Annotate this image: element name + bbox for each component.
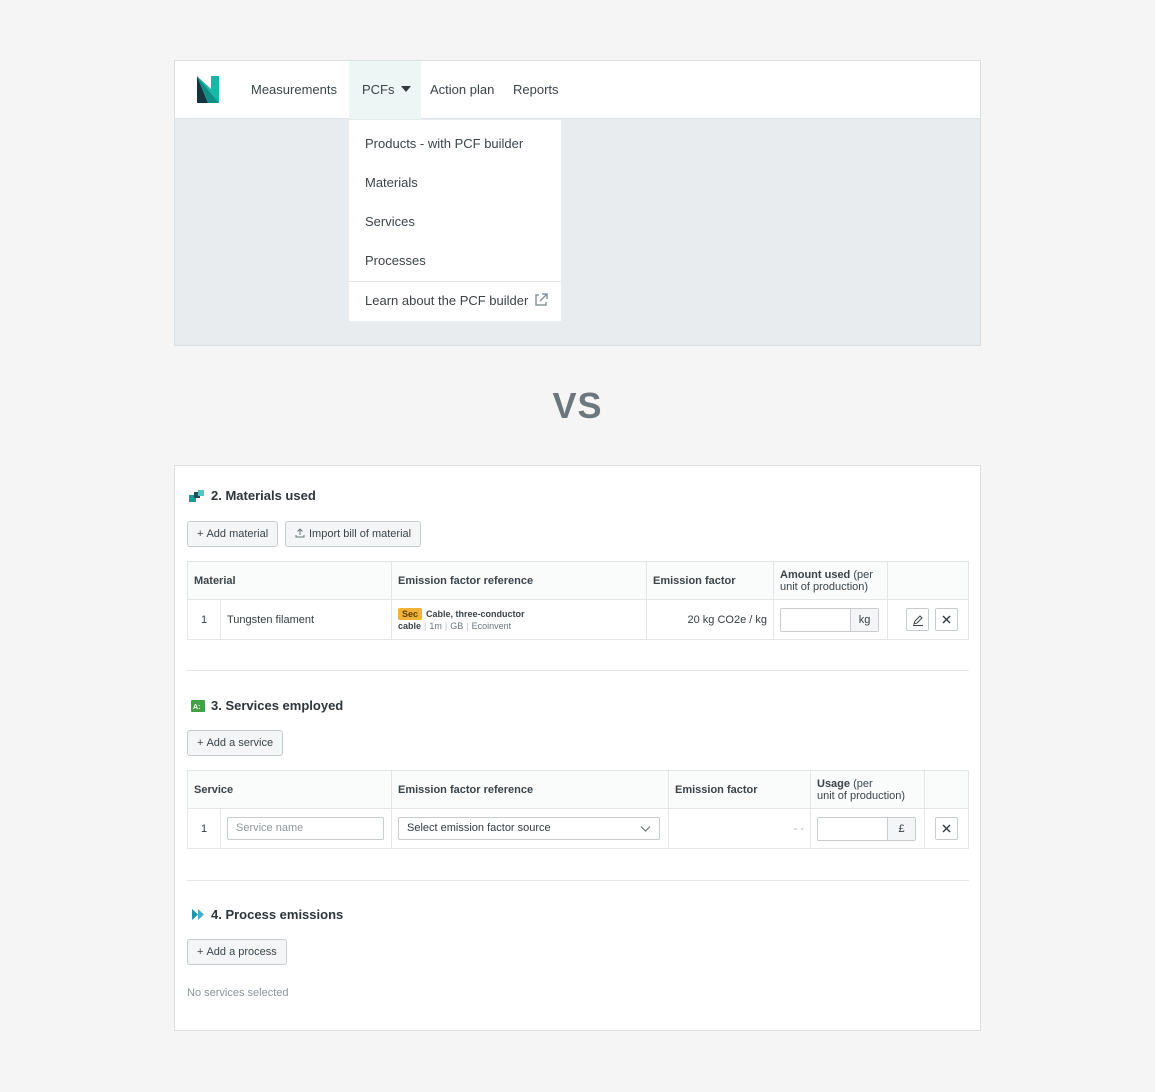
ef-reference-cell: Sec Cable, three-conductor cable | 1m | GB | Ec… <box>391 599 647 640</box>
menu-divider <box>349 281 561 282</box>
pcfs-dropdown-menu: Products - with PCF builder Materials Se… <box>349 120 561 321</box>
services-icon: A: <box>191 700 205 712</box>
process-section-title: 4. Process emissions <box>211 907 344 922</box>
add-process-button[interactable]: + Add a process <box>187 939 287 965</box>
col-usage-label: Usage <box>817 777 851 790</box>
amount-unit: kg <box>850 608 878 631</box>
chevron-down-icon <box>640 826 651 832</box>
add-process-label: Add a process <box>206 946 277 958</box>
menu-item-products[interactable]: Products - with PCF builder <box>365 136 523 151</box>
materials-icon <box>189 490 204 502</box>
usage-unit: £ <box>887 817 915 840</box>
col-actions <box>887 561 969 600</box>
row-index: 1 <box>187 808 221 849</box>
col-actions <box>924 770 969 809</box>
ef-source-cell: Select emission factor source <box>391 808 669 849</box>
brand-logo[interactable] <box>197 76 219 103</box>
row-actions <box>924 808 969 849</box>
amount-cell: kg <box>773 599 888 640</box>
nav-action-plan[interactable]: Action plan <box>430 61 494 119</box>
amount-input-group: kg <box>780 607 879 632</box>
col-service: Service <box>187 770 392 809</box>
services-section-title: 3. Services employed <box>211 698 344 713</box>
materials-table: Material Emission factor reference Emiss… <box>187 561 969 640</box>
navbar: Measurements PCFs Action plan Reports <box>175 61 980 119</box>
vs-label: VS <box>552 385 603 426</box>
caret-down-icon <box>400 86 411 92</box>
remove-service-button[interactable] <box>935 817 958 840</box>
import-bom-button[interactable]: Import bill of material <box>285 521 422 547</box>
external-link-icon <box>535 293 548 306</box>
usage-cell: £ <box>810 808 925 849</box>
nav-measurements[interactable]: Measurements <box>251 61 337 119</box>
ef-unit: 1m <box>429 620 442 631</box>
ef-database: Ecoinvent <box>471 620 512 631</box>
table-row: 1 Tungsten filament Sec Cable, three-cond… <box>187 599 969 640</box>
empty-state-text: No services selected <box>187 987 289 999</box>
col-emission-factor: Emission factor <box>668 770 811 809</box>
ef-region: GB <box>450 620 464 631</box>
emission-factor-empty: - - <box>668 808 811 849</box>
row-index: 1 <box>187 599 221 640</box>
close-icon <box>942 824 951 833</box>
service-name-cell: Service name <box>220 808 392 849</box>
row-actions <box>887 599 969 640</box>
col-usage-sub2: unit of production) <box>817 789 906 802</box>
fast-forward-icon <box>192 909 204 920</box>
menu-item-learn[interactable]: Learn about the PCF builder <box>365 293 528 308</box>
source-badge: Sec <box>398 607 423 620</box>
section-divider <box>187 670 969 671</box>
add-material-button[interactable]: + Add material <box>187 521 279 547</box>
ef-source-select-label: Select emission factor source <box>407 822 551 834</box>
usage-input[interactable] <box>818 817 887 840</box>
usage-input-group: £ <box>817 816 916 841</box>
pcf-builder-panel: 2. Materials used + Add material Import b… <box>174 465 981 1031</box>
add-service-button[interactable]: + Add a service <box>187 730 284 756</box>
menu-item-services[interactable]: Services <box>365 214 415 229</box>
nav-pcfs-label: PCFs <box>362 82 395 97</box>
material-name: Tungsten filament <box>220 599 392 640</box>
ef-source-select[interactable]: Select emission factor source <box>398 817 660 840</box>
services-table: Service Emission factor reference Emissi… <box>187 770 969 849</box>
import-bom-label: Import bill of material <box>309 528 412 540</box>
col-amount-label: Amount used <box>780 568 851 581</box>
menu-item-processes[interactable]: Processes <box>365 253 426 268</box>
nav-reports[interactable]: Reports <box>513 61 559 119</box>
table-row: 1 Service name Select emission factor so… <box>187 808 969 849</box>
upload-icon <box>295 528 305 538</box>
emission-factor-value: 20 kg CO2e / kg <box>646 599 774 640</box>
edit-button[interactable] <box>906 608 929 631</box>
col-amount-used: Amount used (per unit of production) <box>773 561 888 600</box>
close-icon <box>942 615 951 624</box>
top-app-preview: Measurements PCFs Action plan Reports Pr… <box>174 60 981 346</box>
col-usage-sub1: (per <box>853 777 873 790</box>
nav-pcfs[interactable]: PCFs <box>349 61 421 119</box>
add-service-label: Add a service <box>206 737 274 749</box>
service-name-input[interactable]: Service name <box>227 817 384 840</box>
col-ef-reference: Emission factor reference <box>391 561 647 600</box>
remove-material-button[interactable] <box>935 608 958 631</box>
col-material: Material <box>187 561 392 600</box>
col-emission-factor: Emission factor <box>646 561 774 600</box>
materials-section-title: 2. Materials used <box>211 488 316 503</box>
amount-input[interactable] <box>781 608 850 631</box>
section-divider <box>187 880 969 881</box>
pencil-icon <box>912 614 923 626</box>
menu-item-materials[interactable]: Materials <box>365 175 418 190</box>
add-material-label: Add material <box>206 528 269 540</box>
col-ef-reference: Emission factor reference <box>391 770 669 809</box>
col-usage: Usage (per unit of production) <box>810 770 925 809</box>
svg-text:A:: A: <box>193 704 200 711</box>
